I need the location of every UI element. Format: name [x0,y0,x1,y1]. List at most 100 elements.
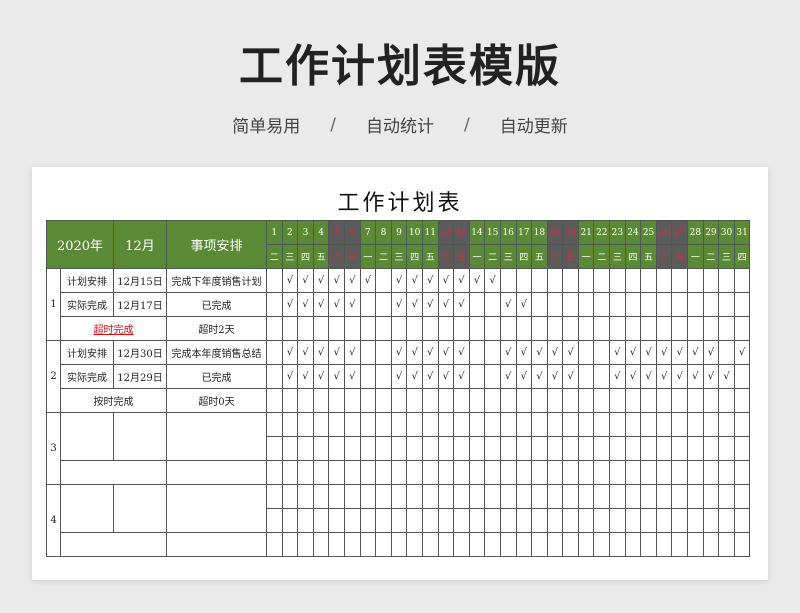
day-cell[interactable] [266,532,283,557]
day-cell[interactable] [624,412,642,437]
day-cell[interactable] [515,532,533,557]
day-cell[interactable] [531,412,548,437]
day-cell[interactable] [484,340,501,365]
day-cell[interactable] [266,436,283,461]
day-cell[interactable] [484,532,501,557]
day-cell[interactable] [266,316,283,341]
day-cell[interactable] [406,508,423,533]
day-cell[interactable]: √ [437,364,455,389]
day-cell[interactable] [687,484,704,509]
status-value[interactable] [166,460,267,485]
day-cell[interactable] [624,460,642,485]
day-cell[interactable]: √ [531,340,548,365]
day-cell[interactable] [733,388,751,413]
day-cell[interactable] [375,268,392,293]
day-cell[interactable] [281,388,299,413]
day-cell[interactable] [687,316,704,341]
day-cell[interactable] [281,508,299,533]
day-cell[interactable] [328,316,345,341]
day-cell[interactable] [640,460,657,485]
day-cell[interactable] [718,340,735,365]
day-cell[interactable] [546,436,564,461]
day-cell[interactable] [702,460,720,485]
day-cell[interactable] [702,316,720,341]
day-cell[interactable] [375,364,392,389]
day-cell[interactable] [468,388,486,413]
day-cell[interactable] [718,484,735,509]
day-cell[interactable] [406,388,423,413]
day-cell[interactable] [359,388,377,413]
day-cell[interactable] [702,508,720,533]
day-cell[interactable] [593,532,611,557]
day-cell[interactable] [359,340,377,365]
day-cell[interactable]: √ [546,340,564,365]
day-cell[interactable] [702,436,720,461]
day-cell[interactable] [609,460,626,485]
day-cell[interactable] [343,484,361,509]
day-cell[interactable] [266,364,283,389]
day-cell[interactable] [593,340,611,365]
day-cell[interactable] [655,268,673,293]
day-cell[interactable] [375,316,392,341]
day-cell[interactable] [655,508,673,533]
day-cell[interactable] [406,436,423,461]
day-cell[interactable] [593,484,611,509]
day-cell[interactable]: √ [297,340,314,365]
day-cell[interactable] [359,508,377,533]
day-cell[interactable] [624,436,642,461]
day-cell[interactable] [421,484,439,509]
day-cell[interactable] [312,316,330,341]
day-cell[interactable]: √ [546,364,564,389]
day-cell[interactable] [577,388,595,413]
day-cell[interactable] [562,292,579,317]
day-cell[interactable] [468,364,486,389]
day-cell[interactable] [328,532,345,557]
day-cell[interactable] [375,436,392,461]
day-cell[interactable]: √ [515,364,533,389]
row-type-label[interactable] [60,412,114,461]
day-cell[interactable]: √ [312,340,330,365]
day-cell[interactable] [297,508,314,533]
day-cell[interactable] [671,508,689,533]
day-cell[interactable] [281,412,299,437]
day-cell[interactable]: √ [531,364,548,389]
day-cell[interactable] [266,508,283,533]
day-cell[interactable]: √ [702,340,720,365]
day-cell[interactable] [593,316,611,341]
day-cell[interactable] [515,388,533,413]
day-cell[interactable] [593,460,611,485]
day-cell[interactable]: √ [468,268,486,293]
day-cell[interactable] [437,436,455,461]
day-cell[interactable]: √ [453,364,470,389]
day-cell[interactable] [640,268,657,293]
day-cell[interactable] [640,412,657,437]
day-cell[interactable] [390,508,408,533]
day-cell[interactable] [624,508,642,533]
day-cell[interactable] [468,340,486,365]
day-cell[interactable]: √ [328,268,345,293]
day-cell[interactable] [733,532,751,557]
day-cell[interactable] [343,388,361,413]
day-cell[interactable] [515,460,533,485]
day-cell[interactable] [733,292,751,317]
day-cell[interactable] [453,484,470,509]
day-cell[interactable] [437,460,455,485]
day-cell[interactable]: √ [406,268,423,293]
day-cell[interactable] [266,388,283,413]
day-cell[interactable] [609,484,626,509]
day-cell[interactable] [421,316,439,341]
day-cell[interactable] [655,484,673,509]
day-cell[interactable] [671,388,689,413]
day-cell[interactable] [733,484,751,509]
day-cell[interactable] [468,460,486,485]
day-cell[interactable] [406,532,423,557]
day-cell[interactable] [609,316,626,341]
day-cell[interactable] [733,316,751,341]
day-cell[interactable] [499,508,517,533]
day-cell[interactable] [702,412,720,437]
day-cell[interactable] [577,292,595,317]
day-cell[interactable]: √ [312,364,330,389]
day-cell[interactable] [624,268,642,293]
day-cell[interactable] [437,412,455,437]
day-cell[interactable] [266,484,283,509]
